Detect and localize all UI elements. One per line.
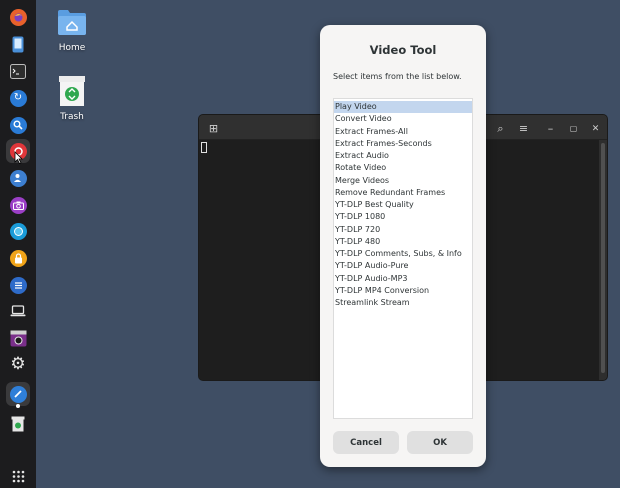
dock-item-firefox[interactable] — [6, 5, 30, 29]
terminal-cursor — [201, 142, 207, 153]
ok-button[interactable]: OK — [407, 431, 473, 454]
app-grid-icon — [12, 470, 24, 482]
running-indicator — [16, 404, 20, 408]
list-item[interactable]: YT-DLP 720 — [334, 224, 472, 236]
desktop-icon-home[interactable]: Home — [37, 6, 107, 53]
gear-icon: ⚙ — [10, 353, 26, 374]
dock: ↻ ⚙ — [0, 0, 36, 488]
list-item[interactable]: Extract Audio — [334, 150, 472, 162]
list-item[interactable]: Remove Redundant Frames — [334, 187, 472, 199]
dialog-title: Video Tool — [369, 43, 437, 57]
dock-item-tasks[interactable] — [6, 273, 30, 297]
dock-item-settings[interactable]: ⚙ — [6, 352, 30, 376]
list-item[interactable]: YT-DLP 480 — [334, 236, 472, 248]
laptop-icon — [10, 305, 26, 317]
dock-item-browser[interactable] — [6, 219, 30, 243]
list-item[interactable]: Convert Video — [334, 113, 472, 125]
mouse-pointer-icon — [14, 151, 23, 164]
desktop-icon-label: Home — [58, 43, 86, 53]
desktop-icon-label: Trash — [60, 112, 84, 122]
list-item[interactable]: Merge Videos — [334, 175, 472, 187]
list-item[interactable]: YT-DLP Best Quality — [334, 199, 472, 211]
dock-item-phone[interactable] — [6, 32, 30, 56]
search-icon — [9, 116, 27, 134]
firefox-icon — [9, 8, 27, 26]
list-item[interactable]: Extract Frames-Seconds — [334, 138, 472, 150]
close-icon[interactable]: ✕ — [587, 120, 604, 137]
dock-item-keyring[interactable] — [6, 246, 30, 270]
refresh-icon: ↻ — [9, 89, 27, 107]
dock-item-update[interactable]: ↻ — [6, 86, 30, 110]
list-item[interactable]: YT-DLP MP4 Conversion — [334, 285, 472, 297]
dock-item-screenshot[interactable] — [6, 193, 30, 217]
user-settings-icon — [9, 169, 27, 187]
options-list[interactable]: Play Video Convert Video Extract Frames-Al… — [333, 98, 473, 419]
trash-icon — [11, 416, 25, 432]
phone-icon — [12, 36, 24, 52]
desktop-icon-trash[interactable]: Trash — [37, 75, 107, 122]
terminal-scrollbar[interactable] — [599, 140, 607, 380]
list-icon — [9, 276, 27, 294]
new-tab-icon[interactable]: ⊞ — [205, 120, 222, 137]
list-item[interactable]: YT-DLP Audio-MP3 — [334, 273, 472, 285]
list-item[interactable]: Rotate Video — [334, 162, 472, 174]
list-item[interactable]: YT-DLP Audio-Pure — [334, 260, 472, 272]
dock-item-search[interactable] — [6, 113, 30, 137]
lock-icon — [9, 249, 27, 267]
home-folder-icon — [58, 10, 86, 35]
dock-item-video-tool[interactable] — [6, 382, 30, 406]
trash-icon — [59, 76, 85, 106]
minimize-icon[interactable]: – — [542, 120, 559, 137]
camera-icon — [9, 196, 27, 214]
media-player-icon — [10, 330, 26, 346]
cancel-button[interactable]: Cancel — [333, 431, 399, 454]
dock-item-media-player[interactable] — [6, 326, 30, 350]
maximize-icon[interactable]: ▢ — [565, 120, 582, 137]
search-icon[interactable]: ⌕ — [492, 120, 509, 137]
list-item[interactable]: YT-DLP 1080 — [334, 211, 472, 223]
browser-icon — [9, 222, 27, 240]
list-item[interactable]: Streamlink Stream — [334, 297, 472, 309]
dock-item-users[interactable] — [6, 166, 30, 190]
list-item[interactable]: Extract Frames-All — [334, 126, 472, 138]
dock-item-app-grid[interactable] — [6, 464, 30, 488]
terminal-scrollbar-thumb[interactable] — [601, 143, 605, 373]
dock-item-trash[interactable] — [6, 412, 30, 436]
list-item[interactable]: Play Video — [334, 101, 472, 113]
hamburger-menu-icon[interactable]: ≡ — [515, 120, 532, 137]
video-tool-icon — [9, 385, 27, 403]
dialog-message: Select items from the list below. — [333, 72, 462, 81]
terminal-icon — [10, 63, 26, 79]
video-tool-dialog: Video Tool Select items from the list be… — [320, 25, 486, 467]
dock-item-terminal[interactable] — [6, 59, 30, 83]
list-item[interactable]: YT-DLP Comments, Subs, & Info — [334, 248, 472, 260]
dock-item-laptop[interactable] — [6, 299, 30, 323]
